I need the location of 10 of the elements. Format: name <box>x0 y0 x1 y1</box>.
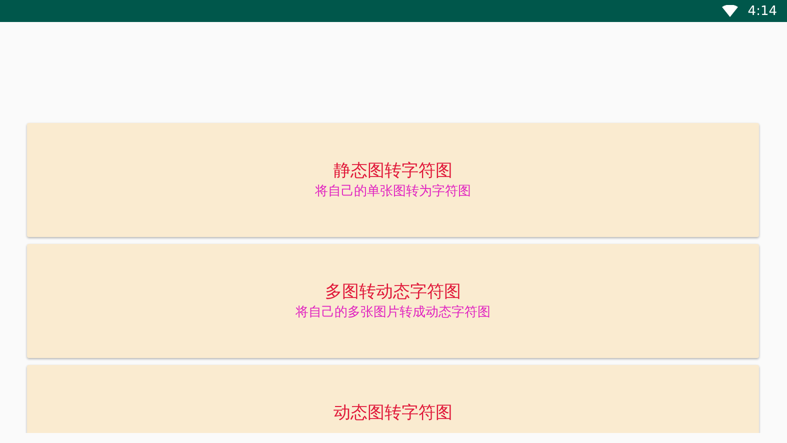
menu-card[interactable]: 动态图转字符图 <box>27 365 759 433</box>
card-title: 多图转动态字符图 <box>325 281 461 304</box>
card-subtitle: 将自己的单张图转为字符图 <box>315 183 471 201</box>
card-title: 静态图转字符图 <box>334 160 452 183</box>
wifi-icon <box>722 5 738 17</box>
card-subtitle: 将自己的多张图片转成动态字符图 <box>296 304 490 322</box>
menu-card[interactable]: 多图转动态字符图 将自己的多张图片转成动态字符图 <box>27 244 759 358</box>
menu-card[interactable]: 静态图转字符图 将自己的单张图转为字符图 <box>27 123 759 237</box>
clock-time: 4:14 <box>748 4 777 18</box>
card-title: 动态图转字符图 <box>334 402 452 425</box>
